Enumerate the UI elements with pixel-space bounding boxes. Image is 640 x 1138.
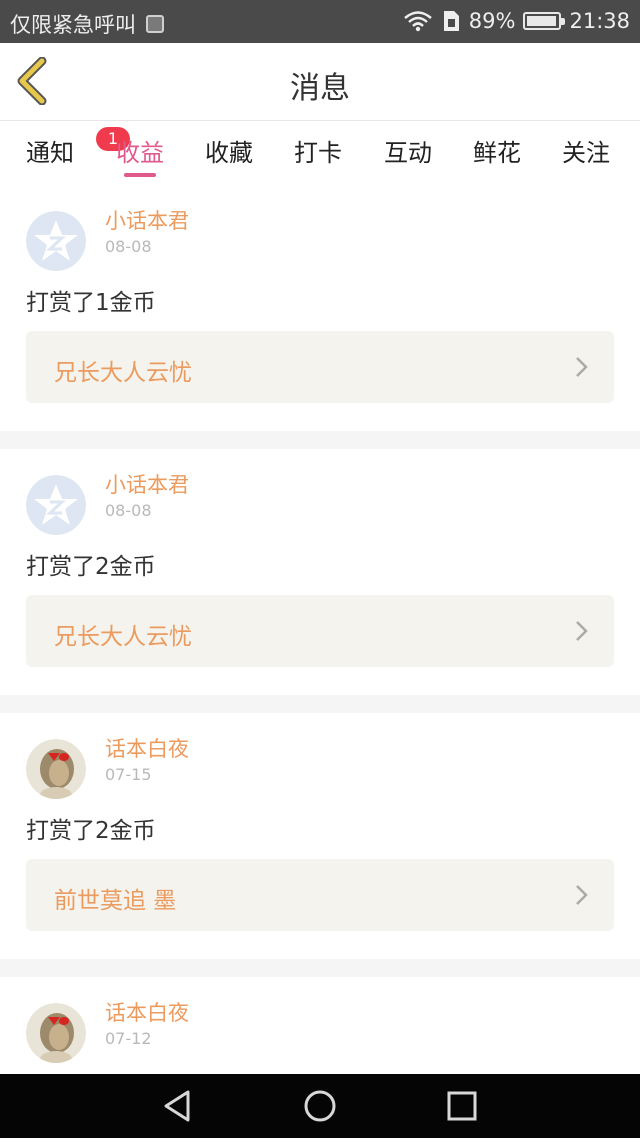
date: 07-15 — [105, 765, 152, 784]
tab-bar: 通知 1 收益 收藏 打卡 互动 鲜花 关注 — [0, 121, 640, 185]
sim-icon — [443, 11, 459, 31]
tab-follow[interactable]: 关注 — [562, 133, 610, 168]
tab-earnings[interactable]: 收益 — [116, 133, 164, 177]
picture-icon — [146, 15, 164, 33]
avatar-photo-icon[interactable] — [26, 1003, 86, 1063]
tab-label: 收益 — [116, 139, 164, 167]
date: 08-08 — [105, 237, 152, 256]
message-text: 打赏了1金币 — [26, 290, 156, 316]
tab-label: 通知 — [26, 139, 74, 167]
message-text: 打赏了2金币 — [26, 818, 156, 844]
chevron-right-icon — [576, 621, 588, 641]
carrier-text: 仅限紧急呼叫 — [10, 13, 136, 37]
user-name[interactable]: 话本白夜 — [105, 733, 189, 763]
tab-label: 互动 — [384, 139, 432, 167]
active-tab-indicator — [124, 173, 156, 177]
avatar-star-logo-icon[interactable] — [26, 475, 86, 535]
chevron-right-icon — [576, 885, 588, 905]
wifi-icon — [403, 11, 432, 32]
story-title: 前世莫追 墨 — [54, 888, 177, 914]
tab-label: 打卡 — [294, 139, 342, 167]
user-name[interactable]: 话本白夜 — [105, 997, 189, 1027]
message-text: 打赏了2金币 — [26, 554, 156, 580]
list-item: 话本白夜 07-12 — [0, 977, 640, 1074]
battery-icon — [523, 12, 566, 30]
home-circle-icon[interactable] — [302, 1088, 338, 1124]
tab-label: 关注 — [562, 139, 610, 167]
page-title: 消息 — [290, 71, 350, 106]
tab-checkin[interactable]: 打卡 — [294, 133, 342, 168]
header: 消息 — [0, 43, 640, 121]
date: 08-08 — [105, 501, 152, 520]
battery-percent: 89% — [468, 9, 516, 33]
list-item: 话本白夜 07-15 打赏了2金币 前世莫追 墨 — [0, 713, 640, 959]
tab-notifications[interactable]: 通知 1 — [26, 127, 130, 168]
list-item: 小话本君 08-08 打赏了2金币 兄长大人云忧 — [0, 449, 640, 695]
clock: 21:38 — [569, 9, 630, 33]
tab-interaction[interactable]: 互动 — [384, 133, 432, 168]
tab-label: 收藏 — [205, 139, 253, 167]
chevron-right-icon — [576, 357, 588, 377]
story-title: 兄长大人云忧 — [54, 624, 192, 650]
date: 07-12 — [105, 1029, 152, 1048]
tab-label: 鲜花 — [473, 139, 521, 167]
story-link[interactable]: 前世莫追 墨 — [26, 859, 614, 931]
avatar-star-logo-icon[interactable] — [26, 211, 86, 271]
status-bar: 仅限紧急呼叫 89% 21:38 — [0, 0, 640, 43]
list-item: 小话本君 08-08 打赏了1金币 兄长大人云忧 — [0, 185, 640, 431]
story-link[interactable]: 兄长大人云忧 — [26, 595, 614, 667]
story-link[interactable]: 兄长大人云忧 — [26, 331, 614, 403]
user-name[interactable]: 小话本君 — [105, 469, 189, 499]
story-title: 兄长大人云忧 — [54, 360, 192, 386]
recent-square-icon[interactable] — [444, 1088, 480, 1124]
avatar-photo-icon[interactable] — [26, 739, 86, 799]
user-name[interactable]: 小话本君 — [105, 205, 189, 235]
tab-flowers[interactable]: 鲜花 — [473, 133, 521, 168]
system-nav-bar — [0, 1074, 640, 1138]
tab-favorites[interactable]: 收藏 — [205, 133, 253, 168]
back-triangle-icon[interactable] — [160, 1088, 196, 1124]
